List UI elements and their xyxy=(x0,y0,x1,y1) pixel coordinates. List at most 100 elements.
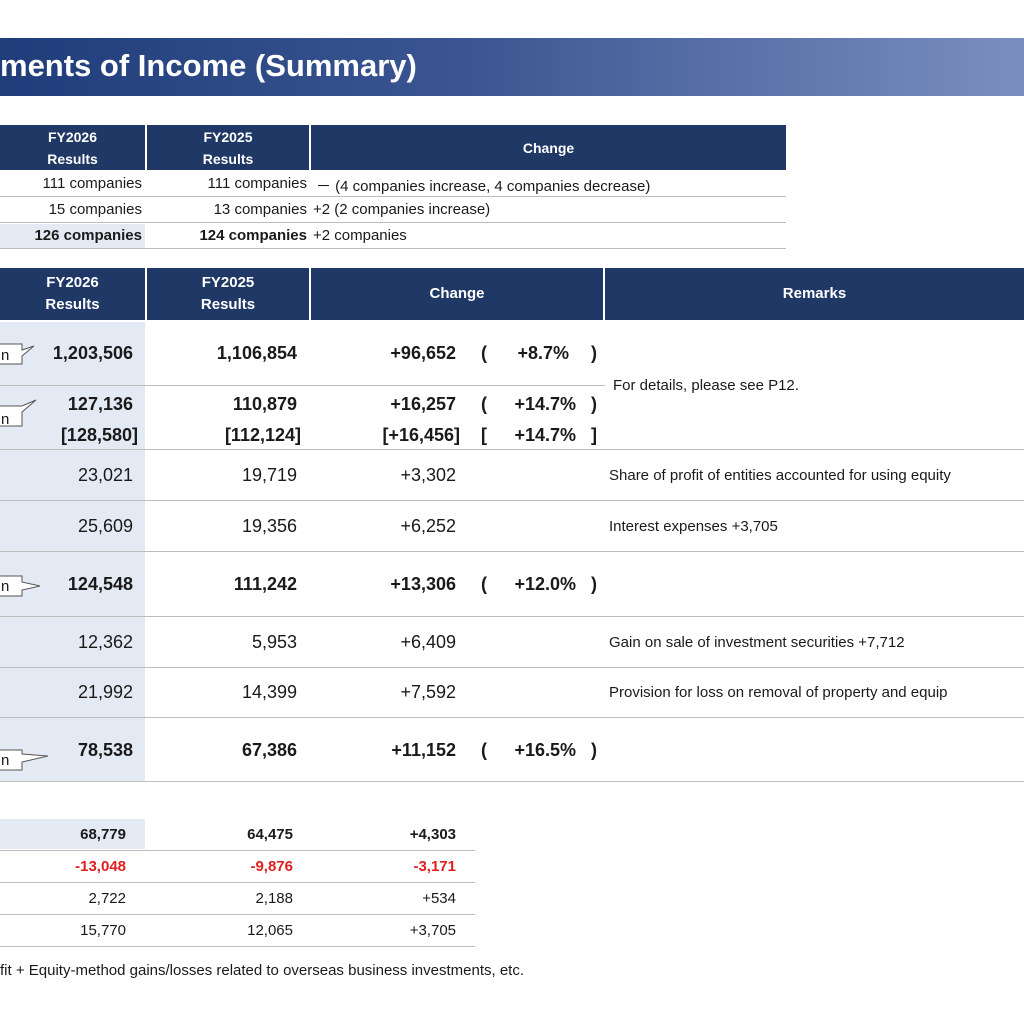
header-line: FY2025 xyxy=(203,128,253,145)
header-line: Results xyxy=(202,150,254,167)
bottom-fy2025-cell-negative: -9,876 xyxy=(250,858,293,875)
income-fy2025-cell: 19,719 xyxy=(241,465,297,485)
income-fy2026-cell: 12,362 xyxy=(77,632,133,652)
row-divider xyxy=(0,551,1024,552)
fy2026-column-shade xyxy=(0,322,145,782)
title-banner: ments of Income (Summary) xyxy=(0,38,1024,96)
pct-open-paren: ( xyxy=(481,394,487,414)
bottom-change-cell: +3,705 xyxy=(409,922,456,939)
income-change-cell: +3,302 xyxy=(400,465,456,485)
companies-header-change: Change xyxy=(311,125,786,170)
income-change-cell: +11,152 xyxy=(391,740,456,760)
income-remark-cell: Gain on sale of investment securities +7… xyxy=(609,634,905,651)
income-fy2025-cell: 67,386 xyxy=(241,740,297,760)
income-remark-cell: Interest expenses +3,705 xyxy=(609,518,778,535)
income-header-change: Change xyxy=(311,268,603,320)
income-pct-cell: +12.0% xyxy=(514,574,576,594)
income-remark-cell: Share of profit of entities accounted fo… xyxy=(609,467,951,484)
callout-label: n xyxy=(1,578,10,595)
header-line: Results xyxy=(47,150,98,167)
pct-close-paren: ) xyxy=(591,343,597,363)
income-change-cell: +6,252 xyxy=(400,516,456,536)
callout-label: n xyxy=(1,347,10,364)
pct-close-paren: ) xyxy=(591,740,597,760)
companies-header-fy2025: FY2025 Results xyxy=(147,125,309,170)
bottom-fy2026-cell: 68,779 xyxy=(80,826,126,843)
bottom-fy2026-cell: 15,770 xyxy=(80,922,126,939)
bottom-fy2026-cell-negative: -13,048 xyxy=(75,858,126,875)
row-divider xyxy=(0,914,475,915)
bottom-change-cell-negative: -3,171 xyxy=(413,858,456,875)
income-change-cell: [+16,456] xyxy=(382,425,460,445)
income-fy2025-cell: 1,106,854 xyxy=(216,343,297,363)
companies-fy2025-total: 124 companies xyxy=(199,227,307,244)
callout-label: n xyxy=(1,752,10,769)
income-fy2025-cell: 19,356 xyxy=(241,516,297,536)
pct-open-bracket: [ xyxy=(481,425,487,445)
income-fy2025-cell: 14,399 xyxy=(241,682,297,702)
companies-change-cell: － (4 companies increase, 4 companies dec… xyxy=(316,178,651,195)
companies-fy2025-cell: 111 companies xyxy=(207,175,307,192)
companies-fy2026-cell: 15 companies xyxy=(48,201,142,218)
income-pct-cell: +14.7% xyxy=(514,425,576,445)
bottom-change-cell: +4,303 xyxy=(409,826,456,843)
row-divider xyxy=(0,616,1024,617)
row-divider xyxy=(0,449,1024,450)
income-fy2025-cell: [112,124] xyxy=(224,425,301,445)
income-change-cell: +96,652 xyxy=(390,343,456,363)
row-divider xyxy=(0,248,786,249)
pct-close-paren: ) xyxy=(591,394,597,414)
income-fy2025-cell: 110,879 xyxy=(232,394,297,414)
income-fy2026-cell: 1,203,506 xyxy=(52,343,133,363)
income-header-fy2025: FY2025 Results xyxy=(147,268,309,320)
income-header-fy2026: FY2026 Results xyxy=(0,268,145,320)
bottom-fy2025-cell: 64,475 xyxy=(247,826,293,843)
header-line: FY2026 xyxy=(46,274,99,291)
bottom-change-cell: +534 xyxy=(422,890,456,907)
income-fy2026-cell: 78,538 xyxy=(77,740,133,760)
header-line: Results xyxy=(45,296,100,313)
row-divider xyxy=(0,882,475,883)
header-line: FY2025 xyxy=(201,274,255,291)
row-divider xyxy=(0,222,786,223)
row-divider xyxy=(0,717,1024,718)
row-divider xyxy=(0,385,605,386)
income-fy2026-cell: 25,609 xyxy=(77,516,133,536)
row-divider xyxy=(0,500,1024,501)
income-pct-cell: +14.7% xyxy=(514,394,576,414)
income-header-remarks: Remarks xyxy=(605,268,1024,320)
pct-close-bracket: ] xyxy=(591,425,597,445)
income-change-cell: +16,257 xyxy=(390,394,456,414)
pct-open-paren: ( xyxy=(481,740,487,760)
companies-fy2025-cell: 13 companies xyxy=(213,201,307,218)
row-divider xyxy=(0,667,1024,668)
income-change-cell: +7,592 xyxy=(400,682,456,702)
income-change-cell: +6,409 xyxy=(400,632,456,652)
bottom-fy2026-cell: 2,722 xyxy=(88,890,126,907)
footnote: fit + Equity-method gains/losses related… xyxy=(0,962,525,979)
pct-open-paren: ( xyxy=(481,574,487,594)
pct-close-paren: ) xyxy=(591,574,597,594)
pct-open-paren: ( xyxy=(481,343,487,363)
companies-fy2026-cell: 111 companies xyxy=(42,175,142,192)
income-pct-cell: +8.7% xyxy=(517,343,569,363)
income-fy2026-cell: 23,021 xyxy=(77,465,133,485)
income-change-cell: +13,306 xyxy=(390,574,456,594)
income-fy2025-cell: 111,242 xyxy=(233,574,297,594)
row-divider xyxy=(0,850,475,851)
details-remark: For details, please see P12. xyxy=(613,377,799,394)
page-title: ments of Income (Summary) xyxy=(0,48,417,83)
bottom-fy2025-cell: 12,065 xyxy=(247,922,293,939)
income-fy2026-cell: [128,580] xyxy=(60,425,138,445)
callout-label: n xyxy=(1,411,10,428)
row-divider xyxy=(0,946,475,947)
companies-change-total: +2 companies xyxy=(313,227,407,244)
income-remark-cell: Provision for loss on removal of propert… xyxy=(609,684,948,701)
income-fy2026-cell: 124,548 xyxy=(67,574,133,594)
row-divider xyxy=(0,196,786,197)
companies-header-fy2026: FY2026 Results xyxy=(0,125,145,170)
income-fy2026-cell: 127,136 xyxy=(67,394,133,414)
header-line: Results xyxy=(200,296,256,313)
row-divider xyxy=(0,781,1024,782)
income-fy2025-cell: 5,953 xyxy=(251,632,297,652)
